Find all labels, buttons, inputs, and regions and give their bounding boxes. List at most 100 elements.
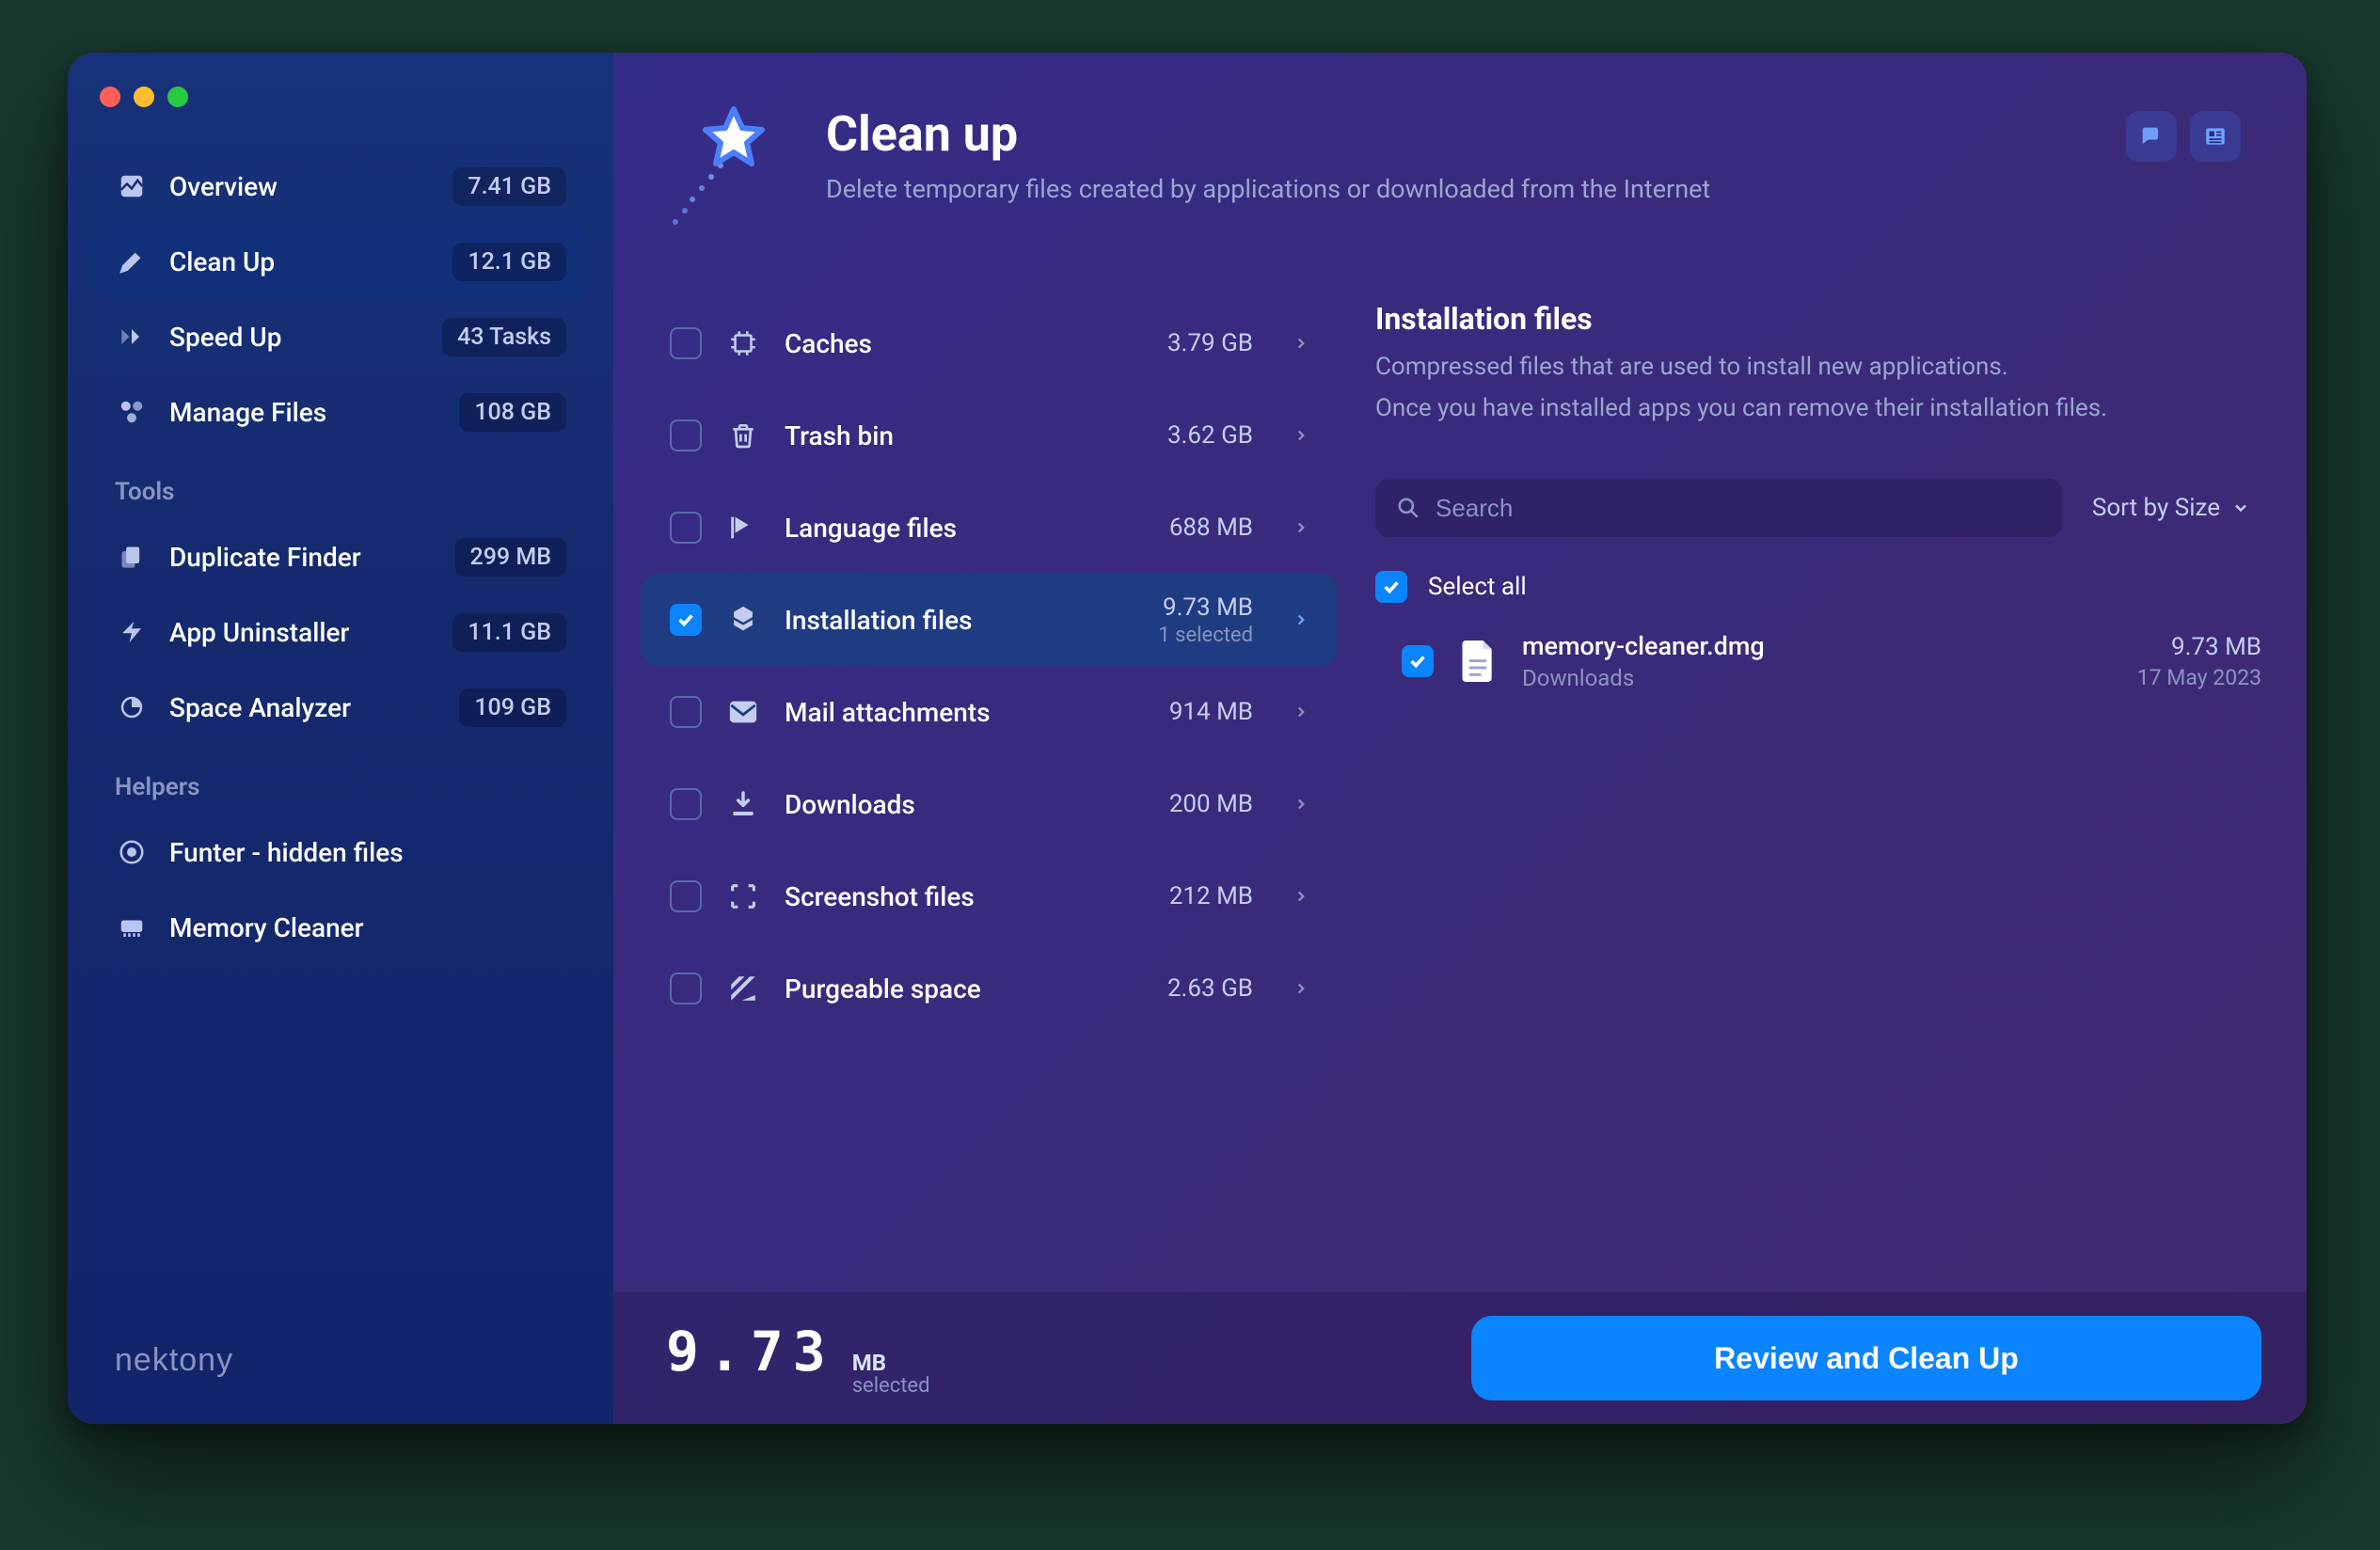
purgeable-icon	[724, 970, 762, 1007]
category-mail[interactable]: Mail attachments 914 MB	[642, 666, 1338, 758]
file-size: 9.73 MB	[2137, 633, 2261, 661]
detail-panel: Installation files Compressed files that…	[1375, 297, 2261, 1292]
category-label: Screenshot files	[785, 881, 1147, 912]
sidebar-item-app-uninstaller[interactable]: App Uninstaller11.1 GB	[90, 594, 591, 670]
category-checkbox[interactable]	[670, 973, 702, 1004]
select-all-row[interactable]: Select all	[1375, 571, 2261, 603]
footer: 9.73 MB selected Review and Clean Up	[613, 1292, 2307, 1424]
window-controls	[90, 79, 591, 145]
category-subtext: 1 selected	[1158, 624, 1253, 647]
header: Clean up Delete temporary files created …	[613, 53, 2307, 260]
category-size: 9.73 MB	[1158, 593, 1253, 622]
minimize-window-button[interactable]	[134, 87, 154, 107]
sidebar-item-label: App Uninstaller	[169, 617, 432, 648]
category-label: Mail attachments	[785, 697, 1147, 728]
app-window: Overview7.41 GBClean Up12.1 GB Speed Up 43…	[68, 53, 2307, 1424]
sort-label: Sort by Size	[2092, 494, 2220, 522]
file-checkbox[interactable]	[1402, 645, 1434, 677]
sort-dropdown[interactable]: Sort by Size	[2081, 494, 2261, 522]
category-checkbox[interactable]	[670, 604, 702, 636]
news-button[interactable]	[2190, 111, 2241, 162]
chevron-down-icon	[2231, 498, 2250, 517]
sidebar-item-memory-cleaner[interactable]: Memory Cleaner	[90, 890, 591, 965]
sidebar-item-label: Speed Up	[169, 322, 421, 353]
review-cleanup-button[interactable]: Review and Clean Up	[1471, 1316, 2261, 1400]
language-icon	[724, 509, 762, 546]
category-checkbox[interactable]	[670, 788, 702, 820]
mail-icon	[724, 693, 762, 731]
memory-icon	[115, 910, 149, 944]
total-label: selected	[852, 1375, 930, 1397]
sidebar-item-label: Funter - hidden files	[169, 837, 566, 868]
category-size: 914 MB	[1169, 698, 1253, 726]
category-size: 3.62 GB	[1167, 421, 1253, 450]
sidebar-item-badge: 43 Tasks	[442, 318, 566, 356]
sidebar-item-space-analyzer[interactable]: Space Analyzer 109 GB	[90, 670, 591, 745]
category-size: 688 MB	[1169, 514, 1253, 542]
category-size: 3.79 GB	[1167, 329, 1253, 357]
speedup-icon	[115, 320, 149, 354]
category-trash[interactable]: Trash bin 3.62 GB	[642, 389, 1338, 482]
close-window-button[interactable]	[100, 87, 120, 107]
page-subtitle: Delete temporary files created by applic…	[826, 174, 1710, 204]
sidebar-item-clean-up[interactable]: Clean Up12.1 GB	[90, 224, 591, 299]
select-all-checkbox[interactable]	[1375, 571, 1407, 603]
sidebar-item-badge: 299 MB	[455, 538, 567, 577]
funter-icon	[115, 835, 149, 869]
detail-desc-1: Compressed files that are used to instal…	[1375, 350, 2261, 386]
screenshot-icon	[724, 878, 762, 915]
sidebar-section-tools: Tools	[90, 450, 591, 515]
file-row[interactable]: memory-cleaner.dmgDownloads9.73 MB17 May…	[1375, 624, 2261, 699]
chat-button[interactable]	[2126, 111, 2177, 162]
chevron-right-icon	[1293, 335, 1309, 352]
duplicate-icon	[115, 540, 149, 574]
category-size: 2.63 GB	[1167, 974, 1253, 1003]
category-screenshot[interactable]: Screenshot files 212 MB	[642, 850, 1338, 942]
file-icon	[1454, 635, 1501, 688]
sidebar-item-duplicate-finder[interactable]: Duplicate Finder 299 MB	[90, 519, 591, 594]
category-label: Installation files	[785, 605, 1135, 636]
category-checkbox[interactable]	[670, 696, 702, 728]
chevron-right-icon	[1293, 888, 1309, 905]
maximize-window-button[interactable]	[167, 87, 188, 107]
chevron-right-icon	[1293, 796, 1309, 813]
sidebar-item-label: Overview	[169, 171, 432, 202]
category-label: Caches	[785, 328, 1145, 359]
chevron-right-icon	[1293, 980, 1309, 997]
category-checkbox[interactable]	[670, 880, 702, 912]
sidebar-item-funter-hidden-files[interactable]: Funter - hidden files	[90, 815, 591, 890]
category-caches[interactable]: Caches 3.79 GB	[642, 297, 1338, 389]
sidebar-item-badge: 109 GB	[459, 688, 566, 727]
sidebar-item-badge: 12.1 GB	[452, 243, 566, 281]
select-all-label: Select all	[1428, 573, 1527, 601]
category-language[interactable]: Language files688 MB	[642, 482, 1338, 574]
category-label: Trash bin	[785, 420, 1145, 451]
cleanup-icon	[115, 245, 149, 278]
category-label: Purgeable space	[785, 973, 1145, 1004]
chevron-right-icon	[1293, 519, 1309, 536]
category-purgeable[interactable]: Purgeable space 2.63 GB	[642, 942, 1338, 1035]
space-icon	[115, 690, 149, 724]
search-box[interactable]	[1375, 479, 2062, 537]
category-size: 212 MB	[1169, 882, 1253, 910]
sidebar-item-manage-files[interactable]: Manage Files108 GB	[90, 374, 591, 450]
category-checkbox[interactable]	[670, 327, 702, 359]
main-panel: Clean up Delete temporary files created …	[613, 53, 2307, 1424]
chevron-right-icon	[1293, 704, 1309, 720]
category-checkbox[interactable]	[670, 419, 702, 451]
sidebar: Overview7.41 GBClean Up12.1 GB Speed Up 43…	[68, 53, 613, 1424]
chevron-right-icon	[1293, 427, 1309, 444]
category-downloads[interactable]: Downloads200 MB	[642, 758, 1338, 850]
search-input[interactable]	[1434, 493, 2041, 524]
category-checkbox[interactable]	[670, 512, 702, 544]
total-amount: 9.73	[666, 1320, 835, 1384]
brand-logo: nektony	[90, 1342, 591, 1398]
sidebar-item-overview[interactable]: Overview7.41 GB	[90, 149, 591, 224]
install-icon	[724, 601, 762, 639]
sidebar-item-label: Space Analyzer	[169, 692, 438, 723]
category-install[interactable]: Installation files 9.73 MB1 selected	[642, 574, 1338, 666]
file-folder: Downloads	[1522, 665, 2117, 691]
sidebar-item-label: Duplicate Finder	[169, 542, 435, 573]
sidebar-item-speed-up[interactable]: Speed Up 43 Tasks	[90, 299, 591, 374]
file-name: memory-cleaner.dmg	[1522, 631, 2117, 661]
